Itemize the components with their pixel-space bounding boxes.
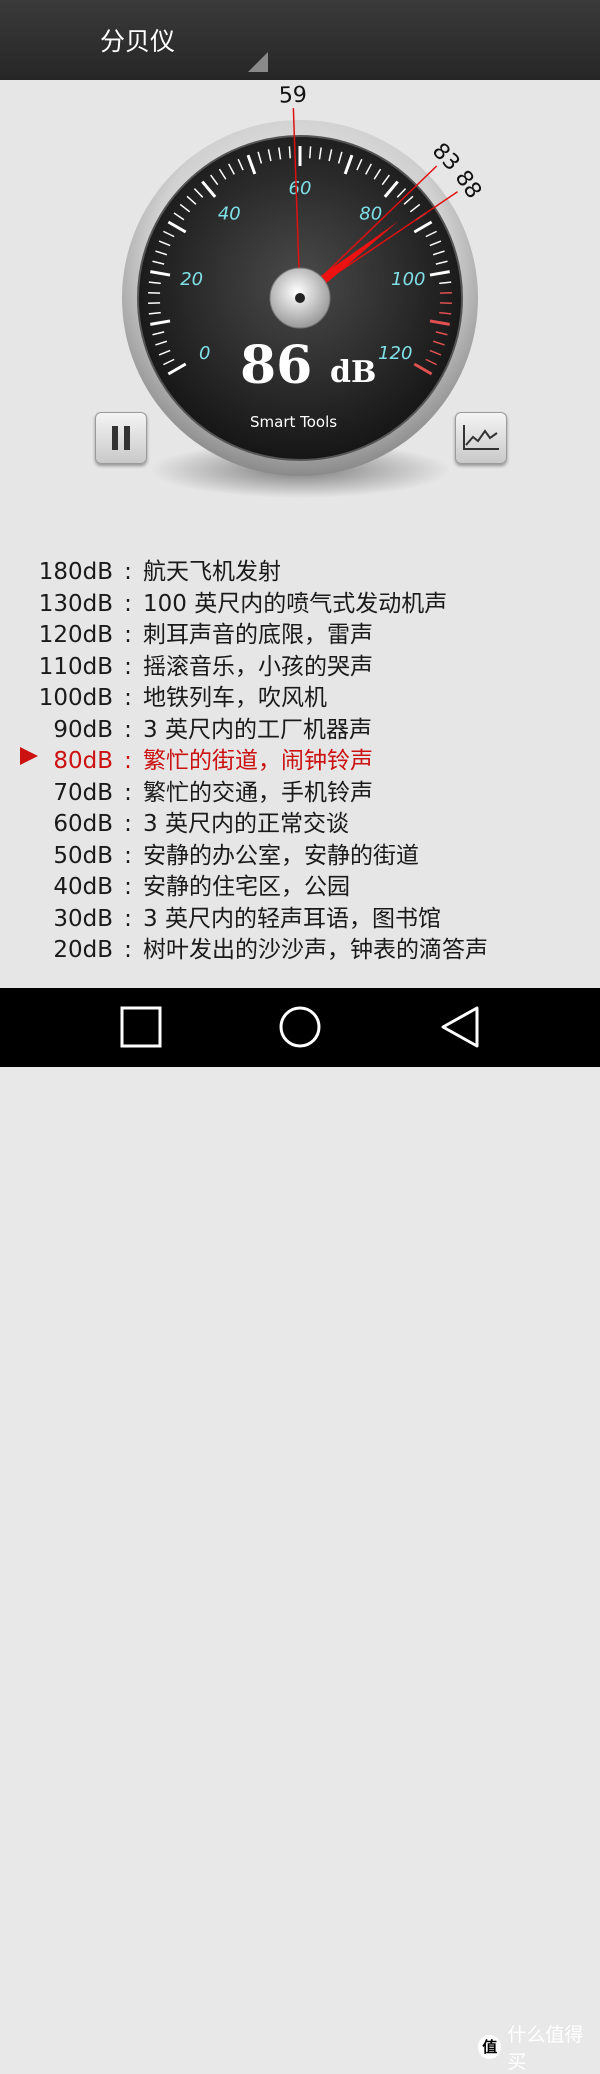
reference-level: 90dB [5,717,113,743]
watermark-badge: 值 [478,2035,501,2059]
reference-level: 60dB [5,811,113,837]
gauge-marker-label: 59 [279,83,308,109]
db-unit: dB [330,355,376,390]
reference-description: 100 英尺内的喷气式发动机声 [143,591,447,617]
reference-level: 30dB [5,906,113,932]
reference-level: 70dB [5,780,113,806]
reference-description: 刺耳声音的底限，雷声 [143,622,373,648]
reference-description: 3 英尺内的正常交谈 [143,811,349,837]
reference-separator: : [113,937,143,963]
history-chart-button[interactable] [455,412,507,464]
reference-row: 40dB:安静的住宅区，公园 [5,867,350,898]
reference-description: 繁忙的街道，闹钟铃声 [143,748,373,774]
reference-separator: : [113,591,143,617]
reference-description: 地铁列车，吹风机 [143,685,327,711]
reference-level: 130dB [5,591,113,617]
pause-button[interactable] [95,412,147,464]
reference-level: 120dB [5,622,113,648]
chart-icon [456,413,506,463]
gauge-tick [289,146,290,158]
watermark: 值 什么值得买 [478,2020,600,2074]
db-reading: 86 [240,335,312,396]
reference-separator: : [113,717,143,743]
reference-description: 摇滚音乐，小孩的哭声 [143,654,373,680]
reference-separator: : [113,906,143,932]
active-level-pointer-icon [20,747,38,765]
reference-level: 50dB [5,843,113,869]
reference-row: 110dB:摇滚音乐，小孩的哭声 [5,647,373,678]
gauge-scale-label: 0 [199,343,210,364]
gauge-scale-label: 40 [218,204,241,225]
reference-separator: : [113,874,143,900]
reference-row: 60dB:3 英尺内的正常交谈 [5,804,349,835]
reference-separator: : [113,654,143,680]
gauge-scale-label: 120 [378,343,412,364]
reference-row: 50dB:安静的办公室，安静的街道 [5,836,419,867]
pause-icon [96,413,146,463]
recents-square-icon[interactable] [118,1004,164,1050]
reference-description: 3 英尺内的工厂机器声 [143,717,372,743]
reference-description: 树叶发出的沙沙声，钟表的滴答声 [143,937,488,963]
gauge-scale-label: 100 [391,269,425,290]
reference-row-active: 80dB:繁忙的街道，闹钟铃声 [5,741,373,772]
gauge-scale-label: 60 [289,178,312,199]
reference-separator: : [113,559,143,585]
reference-level: 110dB [5,654,113,680]
reference-separator: : [113,685,143,711]
reference-row: 20dB:树叶发出的沙沙声，钟表的滴答声 [5,930,488,961]
gauge-hub-center [295,293,305,303]
reference-level: 180dB [5,559,113,585]
reference-description: 繁忙的交通，手机铃声 [143,780,373,806]
navigation-bar: 值 什么值得买 [0,988,600,1067]
reference-row: 120dB:刺耳声音的底限，雷声 [5,615,373,646]
reference-level: 100dB [5,685,113,711]
reference-separator: : [113,843,143,869]
reference-row: 70dB:繁忙的交通，手机铃声 [5,773,373,804]
home-circle-icon[interactable] [277,1004,323,1050]
reference-description: 3 英尺内的轻声耳语，图书馆 [143,906,441,932]
reference-description: 安静的住宅区，公园 [143,874,350,900]
watermark-text: 什么值得买 [507,2020,600,2074]
reference-row: 90dB:3 英尺内的工厂机器声 [5,710,372,741]
reference-description: 安静的办公室，安静的街道 [143,843,419,869]
sound-level-gauge: 020406080100120 598388 [0,0,600,540]
reference-row: 100dB:地铁列车，吹风机 [5,678,327,709]
reference-separator: : [113,748,143,774]
reference-level: 40dB [5,874,113,900]
gauge-tick [310,146,311,158]
reference-row: 180dB:航天飞机发射 [5,552,281,583]
reference-level: 20dB [5,937,113,963]
brand-label: Smart Tools [250,413,337,431]
back-triangle-icon[interactable] [437,1004,483,1050]
reference-separator: : [113,811,143,837]
gauge-scale-label: 20 [180,269,203,290]
gauge-marker-label: 88 [450,166,486,203]
reference-separator: : [113,780,143,806]
reference-separator: : [113,622,143,648]
reference-description: 航天飞机发射 [143,559,281,585]
reference-row: 30dB:3 英尺内的轻声耳语，图书馆 [5,899,441,930]
reference-row: 130dB:100 英尺内的喷气式发动机声 [5,584,447,615]
